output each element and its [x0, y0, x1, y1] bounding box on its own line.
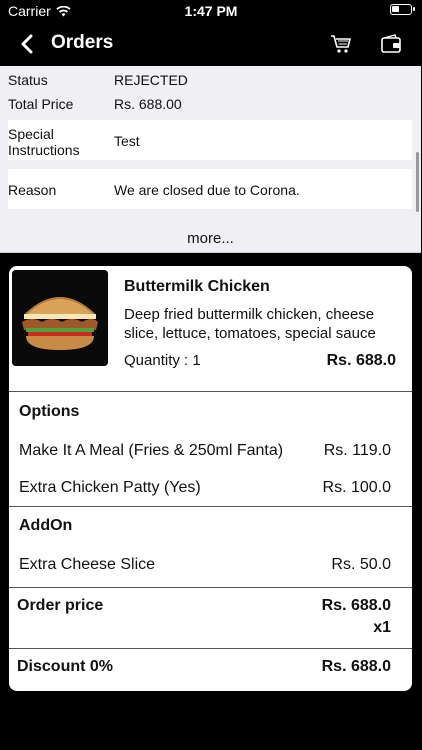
- option-label: Extra Chicken Patty (Yes): [19, 479, 201, 496]
- item-name: Buttermilk Chicken: [124, 278, 270, 295]
- item-image: [12, 270, 108, 366]
- nav-bar: Orders: [0, 22, 422, 66]
- addon-line: Extra Cheese Slice Rs. 50.0: [19, 556, 391, 574]
- special-instructions-row: Special Instructions Test: [8, 120, 412, 160]
- order-price-value: Rs. 688.0: [321, 597, 391, 614]
- burger-icon: [12, 270, 108, 366]
- options-heading: Options: [19, 403, 80, 420]
- option-price: Rs. 119.0: [323, 442, 391, 459]
- status-bar: Carrier 1:47 PM: [0, 0, 422, 22]
- discount-row: Discount 0% Rs. 688.0: [17, 658, 391, 676]
- item-price: Rs. 688.0: [326, 352, 396, 369]
- option-label: Make It A Meal (Fries & 250ml Fanta): [19, 442, 284, 459]
- option-line: Make It A Meal (Fries & 250ml Fanta) Rs.…: [19, 442, 391, 460]
- wallet-icon[interactable]: [380, 34, 402, 54]
- cart-icon[interactable]: [330, 34, 352, 54]
- status-row: Status REJECTED: [8, 72, 412, 90]
- divider: [9, 648, 412, 649]
- discount-label: Discount 0%: [17, 658, 114, 675]
- item-quantity: Quantity : 1: [124, 352, 201, 369]
- chevron-left-icon[interactable]: [16, 30, 38, 58]
- more-link[interactable]: more...: [0, 230, 421, 247]
- option-line: Extra Chicken Patty (Yes) Rs. 100.0: [19, 479, 391, 497]
- status-value: REJECTED: [114, 72, 188, 88]
- addon-price: Rs. 50.0: [331, 556, 391, 573]
- addon-heading: AddOn: [19, 517, 73, 534]
- reason-value: We are closed due to Corona.: [114, 182, 300, 198]
- addon-label: Extra Cheese Slice: [19, 556, 156, 573]
- reason-label: Reason: [8, 182, 57, 198]
- divider: [9, 587, 412, 588]
- total-price-label: Total Price: [8, 96, 74, 112]
- divider: [9, 391, 412, 392]
- special-instructions-label: Special Instructions: [8, 126, 80, 158]
- clock: 1:47 PM: [184, 3, 238, 19]
- option-price: Rs. 100.0: [322, 479, 391, 496]
- divider: [9, 506, 412, 507]
- order-multiplier: x1: [373, 619, 391, 636]
- battery-icon: [390, 4, 415, 15]
- total-price-value: Rs. 688.00: [114, 96, 182, 112]
- item-description: Deep fried buttermilk chicken, cheese sl…: [124, 306, 376, 342]
- total-price-row: Total Price Rs. 688.00: [8, 96, 412, 114]
- order-price-label: Order price: [17, 597, 104, 614]
- order-item-card: Buttermilk Chicken Deep fried buttermilk…: [9, 266, 412, 691]
- scrollbar[interactable]: [416, 152, 419, 212]
- page-title: Orders: [51, 32, 114, 53]
- discount-value: Rs. 688.0: [321, 658, 391, 675]
- special-instructions-value: Test: [114, 133, 140, 149]
- status-label: Status: [8, 72, 48, 88]
- order-price-row: Order price Rs. 688.0 x1: [17, 597, 391, 636]
- reason-row: Reason We are closed due to Corona.: [8, 169, 412, 209]
- order-info-panel: Status REJECTED Total Price Rs. 688.00 S…: [0, 66, 421, 253]
